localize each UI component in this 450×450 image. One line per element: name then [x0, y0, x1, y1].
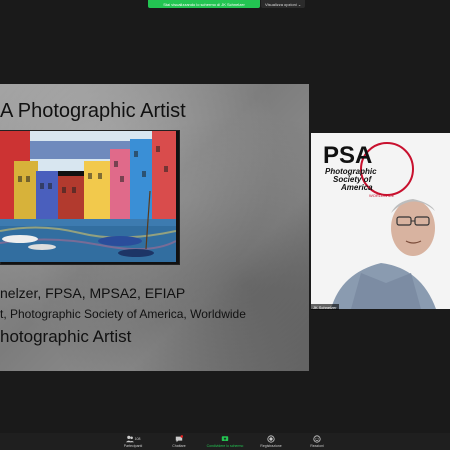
- meeting-toolbar: 108 Partecipanti Chattare Condividere lo…: [0, 433, 450, 450]
- participants-button[interactable]: 108 Partecipanti: [115, 433, 151, 450]
- share-banner-text: Stai visualizzando lo schermo di JK Schn…: [163, 1, 245, 7]
- record-icon: [267, 435, 275, 443]
- share-screen-button[interactable]: Condividere lo schermo: [207, 433, 243, 450]
- participants-count: 108: [134, 437, 141, 441]
- view-options-label: Visualizza opzioni ⌄: [265, 1, 302, 7]
- record-button[interactable]: Registrazione: [253, 433, 289, 450]
- burano-photo: [0, 131, 176, 262]
- svg-text:PSA: PSA: [323, 142, 372, 169]
- slide-subtitle: hotographic Artist: [0, 327, 132, 346]
- speaker-video-tile[interactable]: PSA Photographic Society of America WORL…: [311, 133, 450, 309]
- reactions-icon: [313, 435, 321, 443]
- psa-logo: PSA Photographic Society of America WORL…: [319, 139, 414, 199]
- reactions-button[interactable]: Reazioni: [299, 433, 335, 450]
- share-screen-icon: [221, 436, 229, 441]
- screen-share-banner[interactable]: Stai visualizzando lo schermo di JK Schn…: [148, 0, 260, 8]
- slide-presenter-name: nelzer, FPSA, MPSA2, EFIAP: [0, 285, 186, 301]
- svg-text:America: America: [340, 183, 373, 192]
- slide-presenter-role: t, Photographic Society of America, Worl…: [0, 307, 246, 321]
- chat-icon: [175, 435, 183, 443]
- view-options-button[interactable]: Visualizza opzioni ⌄: [261, 0, 306, 8]
- svg-text:WORLDWIDE: WORLDWIDE: [369, 193, 395, 198]
- participants-icon: [125, 435, 134, 443]
- speaker-name-label: JK Schnelzer: [311, 304, 339, 310]
- slide-title: A Photographic Artist: [0, 100, 186, 122]
- chat-button[interactable]: Chattare: [161, 433, 197, 450]
